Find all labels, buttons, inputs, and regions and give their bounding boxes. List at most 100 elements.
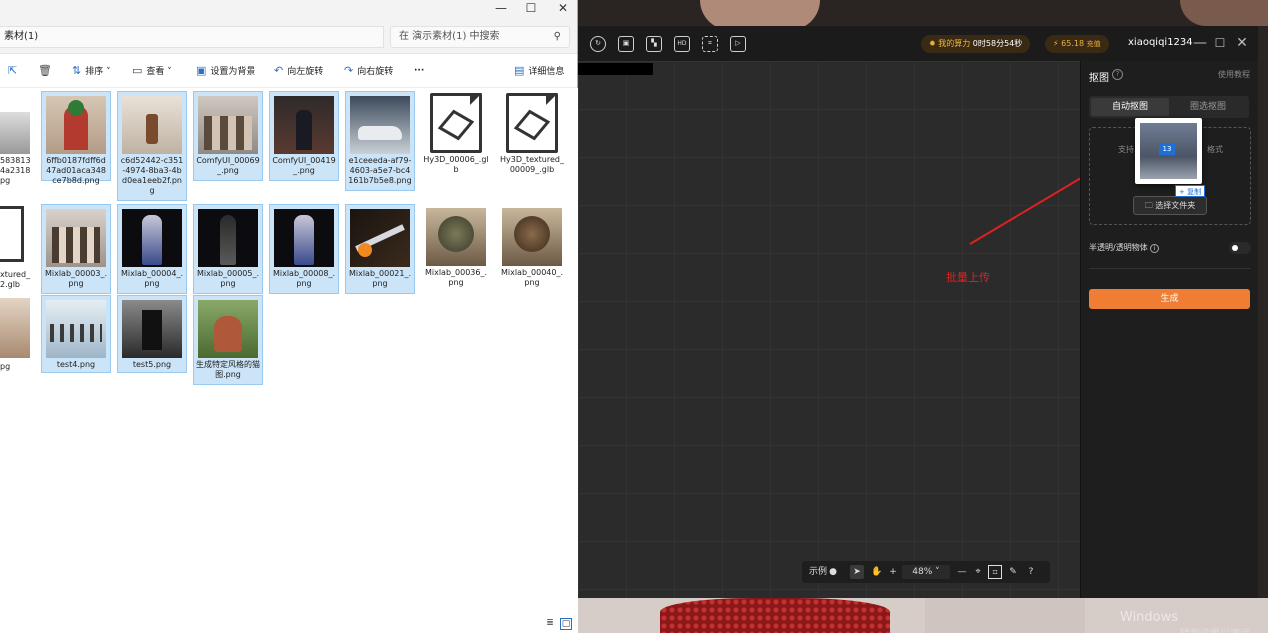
file-item[interactable]: Mixlab_00003_.png: [41, 204, 111, 294]
file-item[interactable]: Hy3D_textured_00009_.glb: [497, 91, 567, 181]
rotate-icon[interactable]: ↻: [590, 36, 606, 52]
folder-icon: 🗀: [1144, 201, 1153, 210]
app-toolbar: ↻ ▣ ▚ HD ⌗ ▷ ✹ 我的算力 0时58分54秒 ⚡ 65.18 充值 …: [578, 26, 1258, 61]
file-item[interactable]: Mixlab_00021_.png: [345, 204, 415, 294]
details-button[interactable]: ▤ 详细信息: [514, 63, 564, 79]
info-icon[interactable]: i: [1150, 244, 1160, 253]
tutorial-link[interactable]: 使用教程: [1218, 69, 1250, 80]
address-bar[interactable]: 素材(1): [0, 26, 384, 48]
partial-glb-thumbnail[interactable]: [0, 206, 24, 262]
example-toggle[interactable]: ●: [828, 565, 838, 579]
search-icon[interactable]: ⚲: [554, 27, 561, 47]
share-icon[interactable]: ⇱: [8, 63, 21, 79]
file-label: Hy3D_00006_.glb: [423, 155, 489, 174]
zoom-in-icon[interactable]: +: [886, 565, 900, 579]
file-label: 6ffb0187fdff6d47ad01aca348ce7b8d.png: [46, 156, 106, 185]
editing-canvas[interactable]: 批量上传 示例 ● ➤ ✋ + 48% ˅ — ⌖ ⌗ ✎ ?: [578, 61, 1080, 598]
file-label: Mixlab_00003_.png: [44, 269, 108, 288]
zoom-select[interactable]: 48% ˅: [902, 565, 950, 579]
hd-icon[interactable]: HD: [674, 36, 690, 52]
file-label: e1ceeeda-af79-4603-a5e7-bc4161b7b5e8.png: [348, 156, 412, 185]
minimize-icon[interactable]: —: [1192, 35, 1208, 51]
annotation-arrow: [969, 177, 1080, 245]
matting-tabs: 自动抠图 圈选抠图: [1089, 96, 1249, 118]
help-button[interactable]: ?: [1024, 565, 1038, 579]
generate-button[interactable]: 生成: [1089, 289, 1250, 309]
file-item[interactable]: 生成特定风格的猫图.png: [193, 295, 263, 385]
tab-select-matting[interactable]: 圈选抠图: [1169, 98, 1247, 116]
view-switcher: ≣ ▢: [540, 616, 576, 632]
rotate-left-icon: ↶: [274, 64, 284, 77]
list-view-icon[interactable]: ≣: [544, 618, 556, 630]
file-label: Mixlab_00004_.png: [120, 269, 184, 288]
file-label: Mixlab_00005_.png: [196, 269, 260, 288]
file-item[interactable]: e1ceeeda-af79-4603-a5e7-bc4161b7b5e8.png: [345, 91, 415, 191]
brush-icon[interactable]: ✎: [1006, 565, 1020, 579]
file-label: c6d52442-c351-4974-8ba3-4bd0ea1eeb2f.png: [120, 156, 184, 195]
image-thumbnail: [122, 300, 182, 358]
target-icon[interactable]: ⌖: [972, 565, 984, 579]
explorer-toolbar: ⇱ 🗑 ⇅ 排序 ˅ ▭ 查看 ˅ ▣ 设置为背景 ↶ 向左旋转 ↷ 向右旋转 ··· ▤…: [0, 54, 577, 88]
file-item[interactable]: 6ffb0187fdff6d47ad01aca348ce7b8d.png: [41, 91, 111, 185]
rotate-left-button[interactable]: ↶ 向左旋转: [274, 63, 323, 79]
scan-icon[interactable]: ⌗: [702, 36, 718, 52]
compute-badge[interactable]: ✹ 我的算力 0时58分54秒: [921, 35, 1031, 53]
drag-preview: 13: [1135, 118, 1202, 184]
file-item[interactable]: Mixlab_00005_.png: [193, 204, 263, 294]
file-item[interactable]: Mixlab_00004_.png: [117, 204, 187, 294]
image-thumbnail: [46, 300, 106, 358]
file-item[interactable]: Mixlab_00036_.png: [421, 204, 491, 294]
maximize-icon[interactable]: ☐: [1212, 35, 1228, 51]
video-icon[interactable]: ▷: [730, 36, 746, 52]
cursor-icon[interactable]: ➤: [850, 565, 864, 579]
delete-icon[interactable]: 🗑: [38, 63, 56, 79]
image-thumbnail: [350, 209, 410, 267]
hand-icon[interactable]: ✋: [870, 565, 884, 579]
transparent-label: 半透明/透明物体: [1089, 243, 1148, 252]
view-button[interactable]: ▭ 查看 ˅: [132, 63, 172, 79]
file-label: Mixlab_00040_.png: [500, 268, 564, 287]
file-item[interactable]: Mixlab_00008_.png: [269, 204, 339, 294]
grid-view-icon[interactable]: ▢: [560, 618, 572, 630]
checker-icon[interactable]: ▚: [646, 36, 662, 52]
partial-label: pg: [0, 362, 11, 371]
tab-auto-matting[interactable]: 自动抠图: [1091, 98, 1169, 116]
file-item[interactable]: Mixlab_00040_.png: [497, 204, 567, 294]
example-label: 示例: [808, 567, 827, 577]
file-item[interactable]: c6d52442-c351-4974-8ba3-4bd0ea1eeb2f.png: [117, 91, 187, 201]
image-thumbnail: [46, 209, 106, 267]
crop-icon[interactable]: ⌗: [988, 565, 1002, 579]
more-button[interactable]: ···: [414, 63, 424, 79]
username-label[interactable]: xiaoqiqi1234: [1128, 37, 1193, 48]
file-item[interactable]: Hy3D_00006_.glb: [421, 91, 491, 181]
close-icon[interactable]: ✕: [1234, 35, 1250, 51]
search-input[interactable]: 在 演示素材(1) 中搜索 ⚲: [390, 26, 570, 48]
close-icon[interactable]: ✕: [546, 0, 580, 18]
choose-folder-button[interactable]: 🗀 选择文件夹: [1133, 196, 1207, 215]
layers-icon[interactable]: ▣: [618, 36, 634, 52]
maximize-icon[interactable]: ☐: [514, 0, 548, 18]
file-item[interactable]: test5.png: [117, 295, 187, 373]
background-icon: ▣: [196, 64, 207, 77]
explorer-titlebar: — ☐ ✕: [0, 0, 577, 18]
sort-button[interactable]: ⇅ 排序 ˅: [72, 63, 111, 79]
zoom-out-icon[interactable]: —: [956, 565, 968, 579]
image-thumbnail: [274, 96, 334, 154]
file-item[interactable]: ComfyUI_00069_.png: [193, 91, 263, 181]
partial-thumbnail[interactable]: [0, 112, 30, 154]
partial-thumbnail[interactable]: [0, 298, 30, 358]
transparent-toggle[interactable]: [1229, 242, 1251, 254]
image-thumbnail: [198, 300, 258, 358]
file-label: test4.png: [56, 360, 96, 369]
minimize-icon[interactable]: —: [484, 0, 518, 18]
set-background-button[interactable]: ▣ 设置为背景: [196, 63, 255, 79]
rotate-right-button[interactable]: ↷ 向右旋转: [344, 63, 393, 79]
help-icon[interactable]: ?: [1112, 69, 1123, 80]
partial-label: xtured_ 2.glb: [0, 270, 31, 289]
glb-file-icon: [506, 93, 558, 153]
file-item[interactable]: test4.png: [41, 295, 111, 373]
file-item[interactable]: ComfyUI_00419_.png: [269, 91, 339, 181]
copy-tooltip: + 复制: [1175, 185, 1206, 197]
credits-badge[interactable]: ⚡ 65.18 充值: [1045, 35, 1109, 53]
file-label: 生成特定风格的猫图.png: [196, 360, 260, 379]
